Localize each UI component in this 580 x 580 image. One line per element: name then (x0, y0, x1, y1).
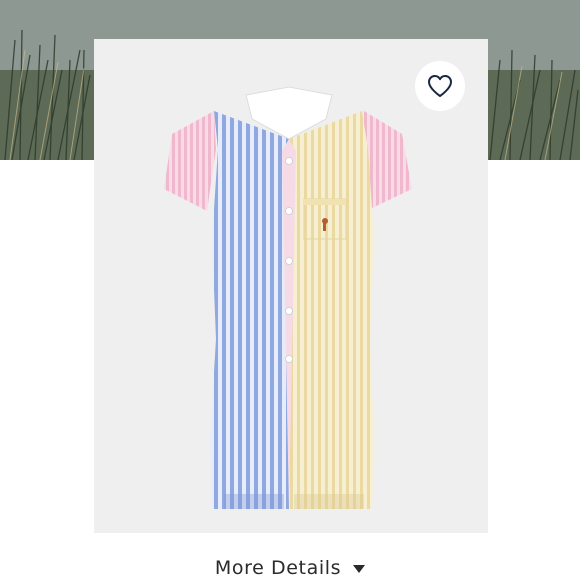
caret-down-icon (353, 565, 366, 573)
product-image (164, 86, 412, 509)
more-details-label: More Details (214, 557, 342, 579)
heart-outline-icon (428, 75, 452, 97)
favorite-button[interactable] (415, 61, 465, 111)
more-details-button[interactable]: More Details (0, 556, 580, 580)
